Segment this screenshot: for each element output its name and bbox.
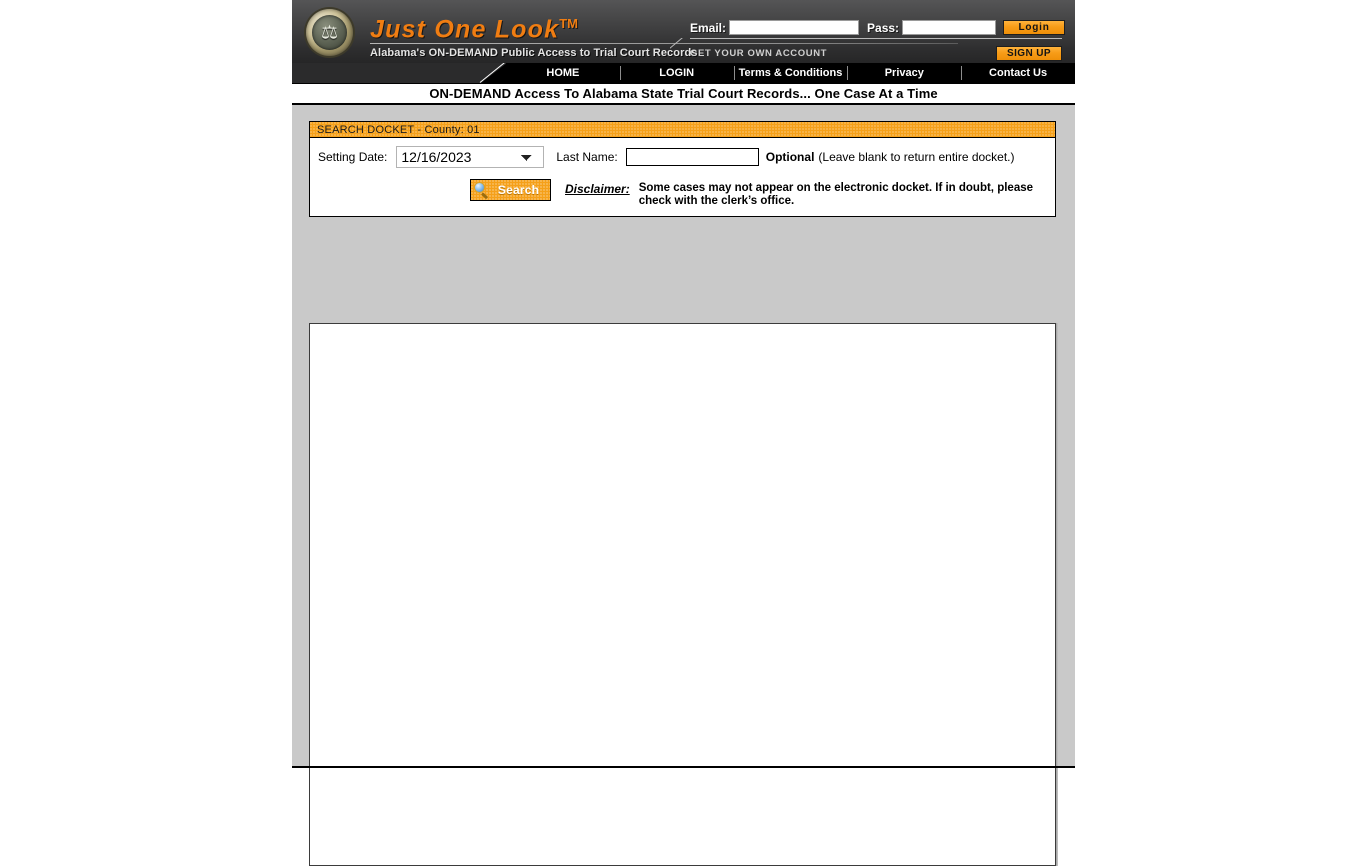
search-docket-form: Setting Date: 12/16/2023 Last Name: Opti… [310, 138, 1055, 216]
login-form: Email: Pass: Login [690, 18, 1066, 37]
nav-item-contact-us[interactable]: Contact Us [961, 63, 1075, 83]
get-account-label: GET YOUR OWN ACCOUNT [690, 47, 828, 59]
search-button-label: Search [497, 183, 540, 197]
nav-item-terms-and-conditions[interactable]: Terms & Conditions [733, 63, 848, 83]
signup-row: GET YOUR OWN ACCOUNT SIGN UP [690, 45, 1062, 61]
search-fields-row: Setting Date: 12/16/2023 Last Name: Opti… [310, 144, 1055, 170]
disclaimer-label: Disclaimer: [565, 182, 630, 196]
password-label: Pass: [867, 20, 900, 35]
brand-title-text: Just One Look [370, 15, 560, 44]
site-tagline: ON-DEMAND Access To Alabama State Trial … [292, 83, 1075, 105]
login-button[interactable]: Login [1003, 20, 1066, 35]
main-navigation: HOME LOGIN Terms & Conditions Privacy Co… [292, 63, 1075, 83]
nav-left-spacer [292, 63, 506, 83]
magnifying-glass-icon [473, 181, 490, 199]
email-field[interactable] [729, 20, 860, 35]
nav-item-home[interactable]: HOME [506, 63, 620, 83]
setting-date-select[interactable]: 12/16/2023 [396, 146, 545, 168]
nav-diagonal-line [478, 63, 506, 83]
nav-item-privacy[interactable]: Privacy [847, 63, 961, 83]
header-divider-line [690, 38, 1062, 39]
optional-label: Optional [765, 150, 815, 164]
site-header: ⚖ Just One LookTM Alabama's ON-DEMAND Pu… [292, 0, 1075, 63]
trademark-mark: TM [559, 16, 579, 31]
search-docket-panel: SEARCH DOCKET - County: 01 Setting Date:… [309, 121, 1056, 217]
nav-items: HOME LOGIN Terms & Conditions Privacy Co… [506, 63, 1075, 83]
setting-date-label: Setting Date: [318, 150, 388, 164]
signup-button[interactable]: SIGN UP [996, 45, 1062, 61]
search-docket-title: SEARCH DOCKET - County: 01 [310, 122, 1055, 138]
seal-inner-disc: ⚖ [312, 15, 347, 50]
password-field[interactable] [902, 20, 997, 35]
court-seal-logo: ⚖ [306, 9, 353, 56]
last-name-label: Last Name: [556, 150, 618, 164]
disclaimer-text: Some cases may not appear on the electro… [638, 182, 1034, 207]
optional-hint: (Leave blank to return entire docket.) [818, 150, 1015, 164]
search-action-row: Search Disclaimer: Some cases may not ap… [310, 179, 1055, 208]
email-label: Email: [690, 20, 727, 35]
page-body: SEARCH DOCKET - County: 01 Setting Date:… [292, 105, 1075, 866]
last-name-input[interactable] [625, 148, 759, 166]
search-button[interactable]: Search [470, 179, 551, 201]
nav-item-login[interactable]: LOGIN [619, 63, 734, 83]
scales-of-justice-icon: ⚖ [320, 22, 339, 43]
docket-results-area [309, 323, 1056, 866]
page-container: ⚖ Just One LookTM Alabama's ON-DEMAND Pu… [292, 0, 1075, 866]
